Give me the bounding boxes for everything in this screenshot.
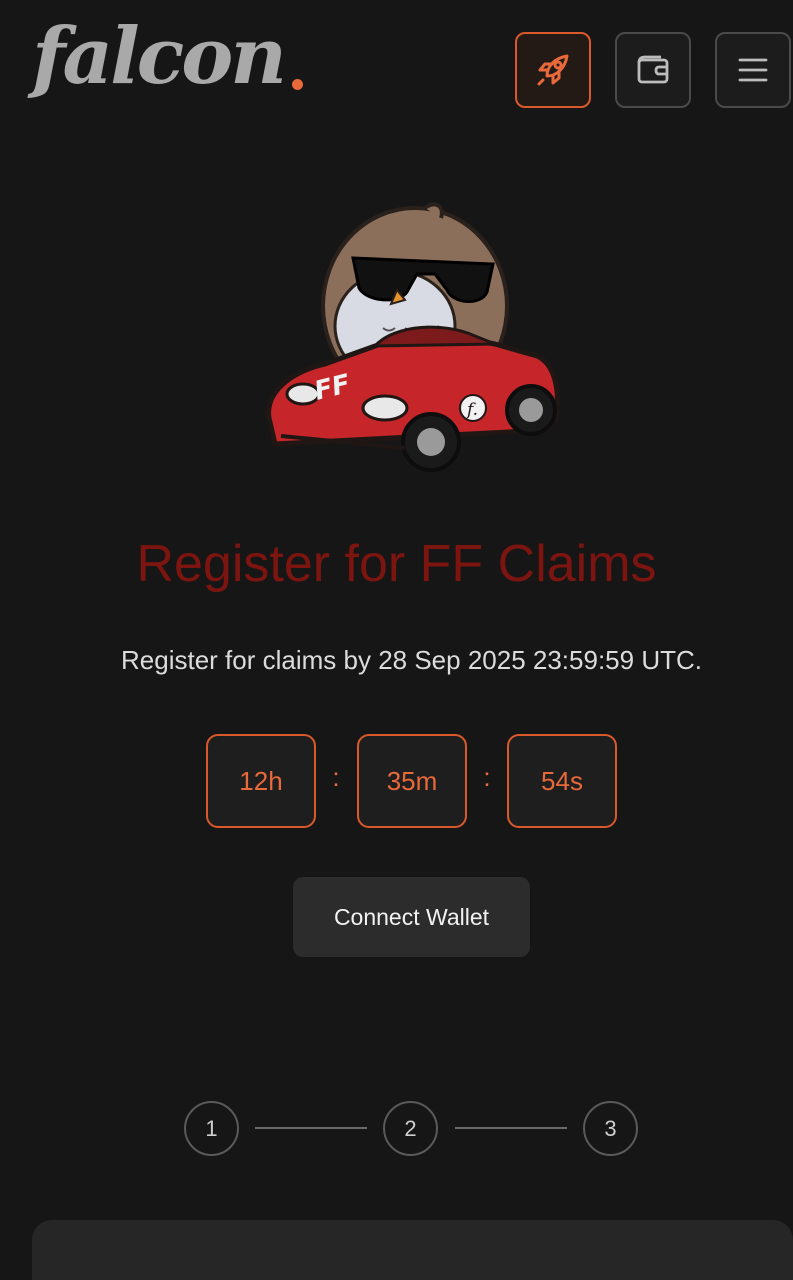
rocket-button[interactable]	[515, 32, 591, 108]
wallet-button[interactable]	[615, 32, 691, 108]
deadline-text: Register for claims by 28 Sep 2025 23:59…	[121, 645, 702, 675]
falcon-logo[interactable]: falcon	[32, 18, 303, 96]
page: falcon FF f. Register for FF Claims Regi…	[0, 0, 793, 1280]
step-connector	[255, 1127, 367, 1129]
countdown-hours: 12h	[206, 734, 316, 828]
countdown-separator: :	[332, 762, 340, 792]
step-2: 2	[383, 1101, 438, 1156]
falcon-mascot-car-illustration: FF f.	[266, 202, 560, 472]
menu-button[interactable]	[715, 32, 791, 108]
logo-dot	[291, 79, 303, 90]
rocket-icon	[537, 54, 569, 86]
step-1: 1	[184, 1101, 239, 1156]
logo-text: falcon	[32, 11, 287, 102]
step-connector	[455, 1127, 567, 1129]
step-3: 3	[583, 1101, 638, 1156]
menu-icon	[738, 58, 768, 82]
step-content-card	[32, 1220, 793, 1280]
connect-wallet-button[interactable]: Connect Wallet	[293, 877, 530, 957]
mascot-badge-text: f.	[465, 400, 478, 420]
countdown-minutes: 35m	[357, 734, 467, 828]
wallet-icon	[637, 55, 669, 84]
countdown-seconds: 54s	[507, 734, 617, 828]
page-title: Register for FF Claims	[136, 535, 657, 593]
countdown-separator: :	[483, 762, 491, 792]
